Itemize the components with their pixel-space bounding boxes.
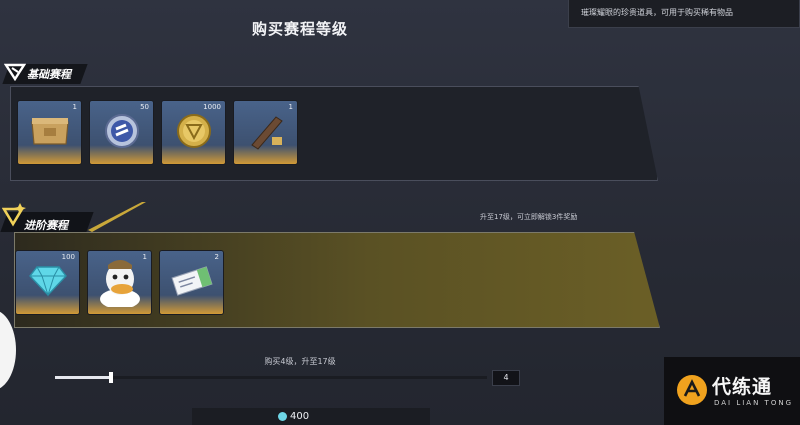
tooltip-text: 璀璨耀眼的珍贵道具，可用于购买稀有物品 — [581, 8, 733, 17]
blue-coin-icon — [104, 114, 139, 149]
reward-item-blue-coin[interactable]: 50 — [90, 101, 153, 164]
level-slider[interactable] — [55, 372, 487, 383]
star-track-logo-icon — [2, 203, 26, 227]
slider-fill — [55, 376, 112, 379]
purchase-summary: 购买4级，升至17级 — [264, 357, 336, 366]
item-qty: 100 — [61, 253, 75, 261]
basic-section-label: 基础赛程 — [27, 68, 71, 81]
ticket-card-icon — [170, 266, 213, 296]
crate-icon — [30, 118, 69, 145]
purchase-button[interactable] — [192, 408, 430, 425]
reward-item-duck-avatar[interactable]: 1 — [88, 251, 151, 314]
slider-handle[interactable] — [109, 372, 114, 383]
watermark-logo-icon — [677, 375, 707, 405]
diamond-icon — [28, 266, 67, 297]
watermark-brand-en: DAI LIAN TONG — [714, 399, 794, 407]
item-qty: 2 — [214, 253, 219, 261]
quantity-field[interactable]: 4 — [492, 370, 520, 386]
reward-item-crate[interactable]: 1 — [18, 101, 81, 164]
advanced-section-label: 进阶赛程 — [24, 219, 68, 232]
page-title: 购买赛程等级 — [251, 20, 348, 38]
item-qty: 50 — [140, 103, 149, 111]
reward-item-gold-coin[interactable]: 1000 — [162, 101, 225, 164]
gold-stripe-decoration — [88, 202, 146, 232]
basic-item-list: 1 50 1000 1 — [18, 101, 297, 164]
gold-coin-icon — [176, 114, 211, 149]
track-logo-icon — [4, 63, 26, 81]
item-tooltip: 璀璨耀眼的珍贵道具，可用于购买稀有物品 — [568, 0, 800, 28]
item-qty: 1 — [142, 253, 147, 261]
watermark-brand: 代练通 — [712, 376, 773, 398]
unlock-hint: 升至17级，可立即解锁3件奖励 — [480, 213, 578, 221]
advanced-item-list: 100 1 2 — [16, 251, 223, 314]
reward-item-ticket-card[interactable]: 2 — [160, 251, 223, 314]
item-qty: 1 — [72, 103, 77, 111]
item-qty: 1000 — [203, 103, 221, 111]
reward-item-diamond[interactable]: 100 — [16, 251, 79, 314]
wooden-plank-icon — [250, 116, 283, 150]
reward-item-wooden-plank[interactable]: 1 — [234, 101, 297, 164]
price-value: 400 — [290, 411, 310, 422]
duck-avatar-icon — [99, 260, 140, 308]
gem-currency-icon — [278, 412, 287, 421]
item-qty: 1 — [288, 103, 293, 111]
price-label[interactable]: 400 — [278, 411, 309, 422]
